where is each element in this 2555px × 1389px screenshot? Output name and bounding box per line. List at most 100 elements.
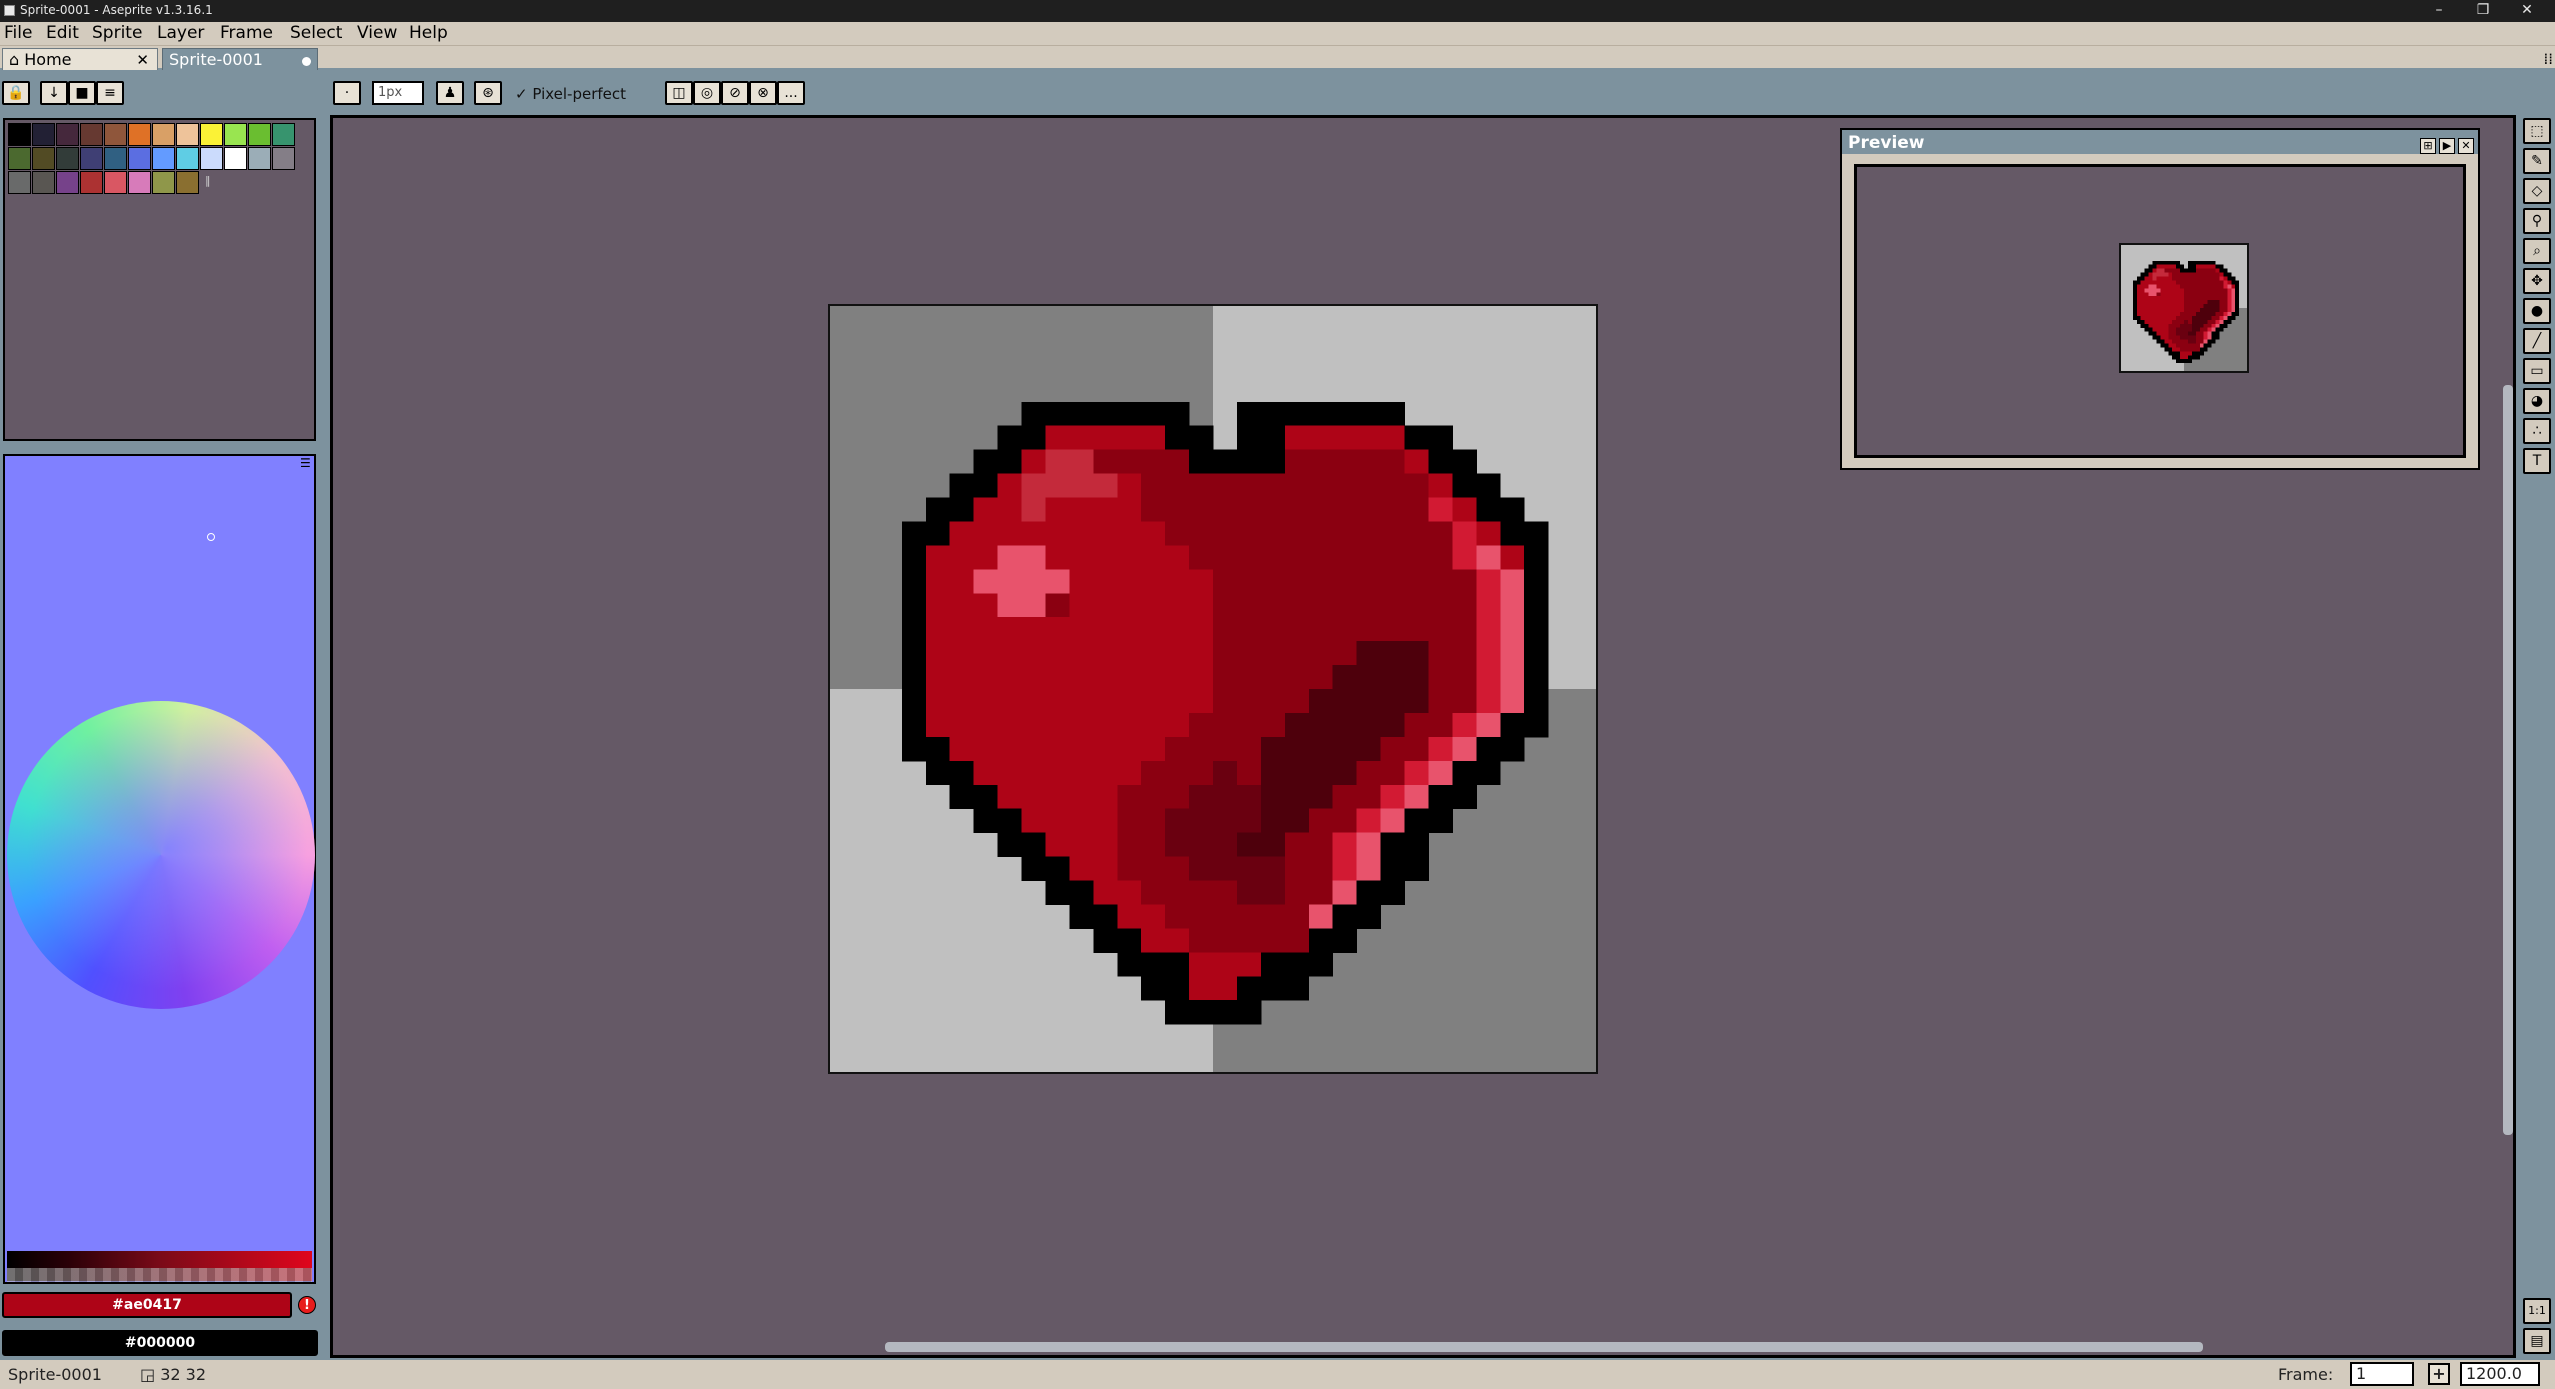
palette-swatch[interactable] bbox=[32, 123, 55, 146]
heart-pixel bbox=[2144, 308, 2149, 313]
add-frame-button[interactable]: + bbox=[2428, 1363, 2450, 1385]
palette-swatch[interactable] bbox=[8, 171, 31, 194]
marquee-icon[interactable]: ⬚ bbox=[2523, 118, 2551, 144]
background-color-field[interactable]: #000000 bbox=[2, 1330, 318, 1356]
menu-sprite[interactable]: Sprite bbox=[92, 23, 142, 43]
brush-type-icon[interactable]: · bbox=[333, 81, 361, 105]
frame-input[interactable]: 1 bbox=[2350, 1362, 2414, 1386]
timeline-icon[interactable]: ▤ bbox=[2523, 1328, 2551, 1354]
heart-pixel bbox=[2164, 335, 2169, 340]
normal-map-color-wheel[interactable] bbox=[7, 701, 315, 1009]
vertical-scrollbar[interactable] bbox=[2503, 385, 2513, 1135]
dynamics-icon[interactable]: ◎ bbox=[693, 81, 721, 105]
palette-swatch[interactable] bbox=[152, 147, 175, 170]
color-wheel-cursor[interactable] bbox=[207, 533, 215, 541]
warning-icon[interactable]: ! bbox=[298, 1296, 316, 1314]
palette-swatch[interactable] bbox=[248, 123, 271, 146]
heart-pixel bbox=[1332, 832, 1358, 858]
status-dimensions: ◲ 32 32 bbox=[140, 1365, 207, 1384]
menu-edit[interactable]: Edit bbox=[46, 23, 79, 43]
palette-swatch[interactable] bbox=[80, 123, 103, 146]
tabbar-overflow-icon[interactable]: ⁞⁞ bbox=[2543, 50, 2553, 68]
blur-icon[interactable]: ∴ bbox=[2523, 418, 2551, 444]
brush-size-input[interactable]: 1px bbox=[372, 81, 424, 105]
palette-swatch[interactable] bbox=[56, 171, 79, 194]
palette-swatch[interactable] bbox=[56, 147, 79, 170]
palette-swatch[interactable] bbox=[56, 123, 79, 146]
close-window-button[interactable]: ✕ bbox=[2507, 0, 2547, 22]
preview-window[interactable]: Preview ⊞ ▶ ✕ bbox=[1840, 128, 2480, 470]
selection-mode-icon[interactable]: ⊗ bbox=[749, 81, 777, 105]
download-icon[interactable]: ↓ bbox=[40, 81, 68, 105]
pixel-perfect-checkbox[interactable]: ✓ Pixel-perfect bbox=[515, 85, 626, 103]
palette-swatch[interactable] bbox=[104, 123, 127, 146]
move-icon[interactable]: ✥ bbox=[2523, 268, 2551, 294]
palette-swatch[interactable] bbox=[176, 171, 199, 194]
palette-swatch[interactable] bbox=[104, 171, 127, 194]
palette-swatch[interactable] bbox=[200, 123, 223, 146]
menu-frame[interactable]: Frame bbox=[220, 23, 273, 43]
palette-resize-handle-icon[interactable]: ‖ bbox=[205, 174, 211, 187]
palette-swatch[interactable] bbox=[8, 147, 31, 170]
palette-swatch[interactable] bbox=[128, 147, 151, 170]
palette-swatch[interactable] bbox=[32, 171, 55, 194]
menu-layer[interactable]: Layer bbox=[157, 23, 204, 43]
menu-help[interactable]: Help bbox=[409, 23, 448, 43]
text-icon[interactable]: T bbox=[2523, 448, 2551, 474]
preview-play-icon[interactable]: ▶ bbox=[2439, 138, 2455, 154]
lock-icon[interactable]: 🔒 bbox=[2, 81, 30, 105]
panel-menu-icon[interactable]: ☰ bbox=[300, 457, 312, 470]
heart-pixel bbox=[1093, 689, 1118, 714]
zoom-input[interactable]: 1200.0 bbox=[2460, 1362, 2540, 1386]
palette-swatch[interactable] bbox=[200, 147, 223, 170]
palette-swatch[interactable] bbox=[272, 123, 295, 146]
restore-button[interactable]: ❐ bbox=[2463, 0, 2503, 22]
rectangle-icon[interactable]: ▭ bbox=[2523, 358, 2551, 384]
gradient-icon[interactable]: ⊘ bbox=[721, 81, 749, 105]
pencil-icon[interactable]: ✎ bbox=[2523, 148, 2551, 174]
palette-swatch[interactable] bbox=[80, 147, 103, 170]
preview-titlebar[interactable]: Preview ⊞ ▶ ✕ bbox=[1842, 130, 2478, 154]
palette-swatch[interactable] bbox=[128, 123, 151, 146]
palette-swatch[interactable] bbox=[224, 147, 247, 170]
actual-size-icon[interactable]: 1:1 bbox=[2523, 1298, 2551, 1324]
palette-swatch[interactable] bbox=[176, 147, 199, 170]
palette-swatch[interactable] bbox=[128, 171, 151, 194]
line-icon[interactable]: ╱ bbox=[2523, 328, 2551, 354]
palette-swatch[interactable] bbox=[248, 147, 271, 170]
eyedropper-icon[interactable]: ⚲ bbox=[2523, 208, 2551, 234]
symmetry-icon[interactable]: ◫ bbox=[665, 81, 693, 105]
palette-swatch[interactable] bbox=[176, 123, 199, 146]
paint-bucket-icon[interactable]: ● bbox=[2523, 298, 2551, 324]
eraser-icon[interactable]: ◇ bbox=[2523, 178, 2551, 204]
palette-swatch[interactable] bbox=[152, 171, 175, 194]
foreground-color-field[interactable]: #ae0417 bbox=[2, 1292, 292, 1318]
more-options-button[interactable]: ... bbox=[777, 81, 805, 105]
palette-swatch[interactable] bbox=[8, 123, 31, 146]
heart-pixel bbox=[1500, 569, 1525, 594]
ink-icon[interactable]: ♟ bbox=[436, 81, 464, 105]
palette-swatch[interactable] bbox=[152, 123, 175, 146]
tab-close-icon[interactable]: ✕ bbox=[136, 49, 149, 71]
sprite-canvas[interactable] bbox=[828, 304, 1598, 1074]
menu-file[interactable]: File bbox=[4, 23, 32, 43]
tab-sprite[interactable]: Sprite-0001 bbox=[162, 48, 318, 70]
minimize-button[interactable]: – bbox=[2419, 0, 2459, 22]
palette-swatch[interactable] bbox=[272, 147, 295, 170]
palette-swatch[interactable] bbox=[104, 147, 127, 170]
horizontal-scrollbar[interactable] bbox=[885, 1342, 2203, 1352]
palette-swatch[interactable] bbox=[80, 171, 103, 194]
menu-view[interactable]: View bbox=[357, 23, 397, 43]
stop-icon[interactable]: ■ bbox=[68, 81, 96, 105]
opacity-icon[interactable]: ⊛ bbox=[474, 81, 502, 105]
palette-swatch[interactable] bbox=[32, 147, 55, 170]
zoom-icon[interactable]: ⌕ bbox=[2523, 238, 2551, 264]
list-menu-icon[interactable]: ≡ bbox=[96, 81, 124, 105]
tab-home[interactable]: ⌂ Home ✕ bbox=[2, 48, 158, 70]
palette-swatch[interactable] bbox=[224, 123, 247, 146]
menu-select[interactable]: Select bbox=[290, 23, 342, 43]
preview-close-icon[interactable]: ✕ bbox=[2458, 138, 2474, 154]
unsaved-dot-icon[interactable] bbox=[302, 57, 311, 66]
contour-icon[interactable]: ◕ bbox=[2523, 388, 2551, 414]
preview-center-icon[interactable]: ⊞ bbox=[2420, 138, 2436, 154]
